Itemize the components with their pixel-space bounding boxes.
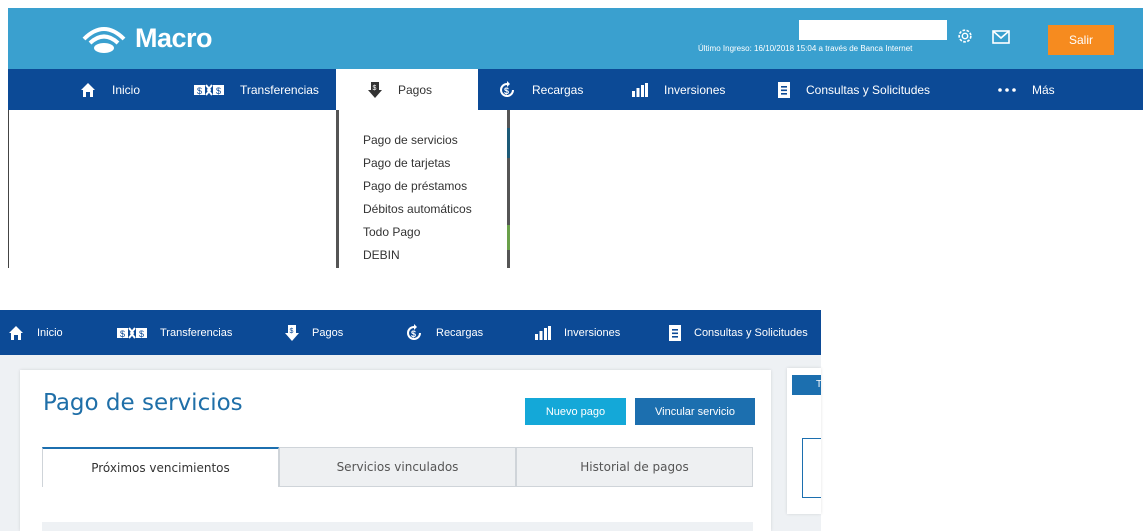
- document-icon: [778, 81, 790, 98]
- svg-text:$: $: [411, 329, 416, 339]
- nav-label-consultas: Consultas y Solicitudes: [694, 326, 808, 339]
- main-nav-secondary: Inicio $ $ Transferencias $ Pagos $ Recar…: [0, 310, 821, 355]
- tab-label: Próximos vencimientos: [91, 461, 230, 475]
- nav-label-consultas: Consultas y Solicitudes: [806, 82, 931, 97]
- side-panel: T: [787, 368, 821, 514]
- user-name-box: [799, 20, 947, 40]
- bar-chart-icon: [632, 82, 648, 97]
- nav-label-recargas: Recargas: [532, 82, 584, 97]
- home-icon: [8, 325, 24, 341]
- payment-icon: $: [285, 324, 299, 341]
- dropdown-item-pago-servicios[interactable]: Pago de servicios: [363, 129, 507, 152]
- main-nav: Inicio $ $ Transferencias $ Pagos $ Recar…: [8, 69, 1143, 110]
- tab-proximos-vencimientos[interactable]: Próximos vencimientos: [42, 447, 279, 487]
- svg-text:$: $: [216, 86, 221, 96]
- dropdown-item-todo-pago[interactable]: Todo Pago: [363, 221, 507, 244]
- dropdown-item-pago-tarjetas[interactable]: Pago de tarjetas: [363, 152, 507, 175]
- payments-tabs: Próximos vencimientos Servicios vinculad…: [42, 447, 753, 487]
- dropdown-list: Pago de servicios Pago de tarjetas Pago …: [339, 110, 507, 267]
- nav-label-mas: Más: [1032, 82, 1055, 97]
- svg-text:$: $: [373, 85, 377, 92]
- nav-label-transferencias: Transferencias: [160, 326, 233, 339]
- content-left-border: [8, 110, 9, 268]
- svg-text:$: $: [197, 86, 202, 96]
- nav-item-inversiones[interactable]: Inversiones: [535, 310, 620, 355]
- logout-button[interactable]: Salir: [1048, 25, 1114, 55]
- envelope-icon[interactable]: [992, 30, 1010, 44]
- tab-servicios-vinculados[interactable]: Servicios vinculados: [279, 447, 516, 487]
- nav-item-mas[interactable]: Más: [998, 69, 1055, 110]
- nav-label-inversiones: Inversiones: [564, 326, 621, 339]
- svg-text:$: $: [504, 86, 509, 96]
- gear-icon[interactable]: [956, 27, 974, 45]
- svg-text:$: $: [290, 328, 294, 335]
- nav-label-recargas: Recargas: [436, 326, 484, 339]
- side-panel-box: [802, 438, 821, 498]
- dropdown-item-pago-prestamos[interactable]: Pago de préstamos: [363, 175, 507, 198]
- nav-item-inversiones[interactable]: Inversiones: [632, 69, 725, 110]
- transfer-icon: $ $: [117, 326, 147, 340]
- bar-chart-icon: [535, 325, 551, 340]
- background-edge: [507, 225, 510, 250]
- nav-label-inicio: Inicio: [37, 326, 63, 339]
- brand-name: Macro: [135, 23, 213, 53]
- top-header: Macro Último Ingreso: 16/10/2018 15:04 a…: [8, 8, 1143, 69]
- screenshot-root: Macro Último Ingreso: 16/10/2018 15:04 a…: [0, 0, 1143, 531]
- payment-icon: $: [368, 81, 382, 98]
- pagos-dropdown-menu: Pago de servicios Pago de tarjetas Pago …: [336, 110, 510, 268]
- page-title: Pago de servicios: [43, 390, 243, 416]
- svg-text:$: $: [139, 329, 144, 339]
- nav-item-inicio[interactable]: Inicio: [8, 310, 63, 355]
- brand-logo[interactable]: Macro: [81, 21, 213, 57]
- nav-item-consultas[interactable]: Consultas y Solicitudes: [669, 310, 808, 355]
- nav-label-inicio: Inicio: [112, 82, 141, 97]
- svg-text:$: $: [120, 329, 125, 339]
- nav-item-recargas[interactable]: $ Recargas: [498, 69, 583, 110]
- nav-item-recargas[interactable]: $ Recargas: [405, 310, 483, 355]
- tab-label: Historial de pagos: [580, 460, 689, 474]
- background-edge: [507, 128, 510, 158]
- nav-item-pagos[interactable]: $ Pagos: [285, 310, 343, 355]
- home-icon: [80, 82, 96, 98]
- nav-label-pagos: Pagos: [398, 82, 433, 97]
- link-service-button[interactable]: Vincular servicio: [635, 398, 755, 425]
- transfer-icon: $ $: [194, 83, 224, 97]
- side-panel-header[interactable]: T: [792, 375, 821, 395]
- nav-label-pagos: Pagos: [312, 326, 344, 339]
- side-panel-header-label: T: [816, 379, 821, 390]
- nav-label-inversiones: Inversiones: [664, 82, 726, 97]
- macro-logo-icon: [82, 27, 126, 53]
- new-payment-button[interactable]: Nuevo pago: [525, 398, 626, 425]
- nav-label-transferencias: Transferencias: [240, 82, 319, 97]
- dropdown-item-debitos-automaticos[interactable]: Débitos automáticos: [363, 198, 507, 221]
- tab-label: Servicios vinculados: [336, 460, 459, 474]
- last-login-text: Último Ingreso: 16/10/2018 15:04 a travé…: [698, 44, 913, 53]
- more-dots-icon: [998, 87, 1016, 92]
- document-icon: [669, 324, 681, 341]
- nav-item-transferencias[interactable]: $ $ Transferencias: [117, 310, 232, 355]
- dropdown-item-debin[interactable]: DEBIN: [363, 244, 507, 267]
- tab-historial-pagos[interactable]: Historial de pagos: [516, 447, 753, 487]
- nav-item-transferencias[interactable]: $ $ Transferencias: [194, 69, 319, 110]
- nav-item-consultas[interactable]: Consultas y Solicitudes: [778, 69, 930, 110]
- recharge-icon: $: [405, 323, 423, 342]
- nav-item-inicio[interactable]: Inicio: [80, 69, 140, 110]
- recharge-icon: $: [498, 80, 516, 99]
- tab-content-area: [42, 522, 753, 531]
- nav-item-pagos[interactable]: $ Pagos: [336, 69, 478, 110]
